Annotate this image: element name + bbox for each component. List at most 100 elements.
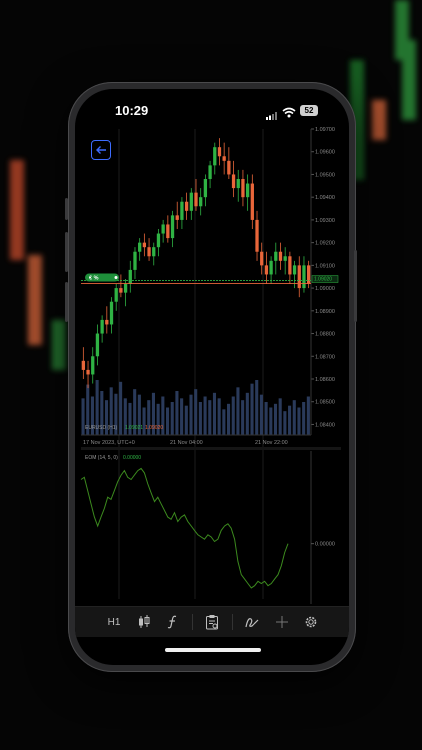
indicator-separator	[81, 447, 341, 450]
price-chart[interactable]: 1.09700 1.09600 1.09500 1.09400 1.09300 1.092…	[75, 89, 349, 606]
background-candle	[10, 160, 24, 260]
toolbar-separator	[192, 614, 193, 630]
volume-bar	[302, 402, 306, 435]
candle-body	[222, 156, 226, 161]
candle-body	[142, 242, 147, 248]
volume-bar	[273, 403, 278, 435]
gear-icon	[305, 616, 317, 628]
legend-value: 1.09021	[125, 425, 143, 431]
volume-bar	[288, 405, 292, 435]
chart-type-button[interactable]	[133, 607, 155, 637]
candle-body	[128, 269, 132, 284]
candle-body	[123, 283, 128, 293]
volume-bar	[212, 392, 217, 435]
candle-body	[109, 301, 114, 325]
phone-side-button	[65, 198, 68, 220]
volume-bar	[170, 402, 174, 435]
candle-body	[100, 319, 104, 334]
candle-body	[194, 192, 198, 207]
indicators-button[interactable]	[161, 607, 183, 637]
candle-body	[208, 165, 212, 179]
candlestick-icon	[139, 615, 150, 628]
toolbar-separator	[232, 614, 233, 630]
bottom-toolbar: H1	[75, 606, 349, 637]
candle-body	[217, 147, 222, 157]
time-axis-label: 21 Nov 22:00	[255, 440, 288, 446]
current-price-label: 1.09020	[314, 277, 332, 283]
arrow-left-icon	[96, 146, 106, 154]
pen-draw-icon	[245, 618, 259, 628]
candle-body	[241, 179, 245, 198]
crosshair-button[interactable]	[271, 607, 293, 637]
price-axis-label: 1.08500	[315, 400, 335, 406]
volume-bar	[165, 407, 170, 435]
candle-body	[278, 251, 283, 261]
volume-bar	[180, 398, 184, 435]
indicator-axis-label: 0.00000	[315, 542, 335, 548]
volume-bar	[194, 389, 198, 435]
phone-screen: 10:29 52 1.09700 1.09600 1.09500 1.09400 1.0…	[75, 89, 349, 665]
candle-body	[236, 179, 240, 189]
price-axis-label: 1.09300	[315, 218, 335, 224]
price-axis-label: 1.08700	[315, 354, 335, 360]
volume-bar	[306, 396, 310, 435]
candle-body	[260, 251, 264, 266]
candle-body	[133, 251, 137, 270]
candle-body	[114, 288, 118, 302]
candle-body	[255, 219, 259, 252]
candle-body	[227, 160, 231, 175]
volume-bar	[297, 407, 301, 435]
background-candle	[372, 100, 386, 140]
candle-body	[264, 265, 269, 275]
candle-body	[86, 369, 90, 375]
candle-body	[81, 360, 85, 370]
volume-bar	[278, 398, 282, 435]
draw-tool-button[interactable]	[241, 607, 263, 637]
background-candle	[28, 255, 42, 345]
volume-bar	[208, 400, 212, 435]
candle-body	[245, 183, 250, 198]
volume-bar	[269, 407, 273, 435]
indicator-value: 0.00000	[123, 455, 141, 461]
candle-body	[292, 265, 297, 275]
trade-badge-label: € %	[89, 276, 99, 282]
settings-button[interactable]	[300, 607, 322, 637]
candle-body	[105, 319, 109, 325]
price-axis-label: 1.09400	[315, 195, 335, 201]
phone-power-button	[354, 250, 357, 322]
volume-bar	[198, 402, 202, 435]
price-axis-label: 1.09200	[315, 241, 335, 247]
crosshair-icon	[276, 616, 288, 628]
function-icon	[167, 615, 177, 629]
volume-bar	[255, 380, 259, 435]
trade-badge-dot	[114, 276, 118, 280]
candle-body	[138, 242, 142, 252]
price-axis-label: 1.08400	[315, 422, 335, 428]
candle-body	[203, 179, 208, 198]
time-axis-label: 17 Nov 2023, UTC+0	[83, 440, 135, 446]
symbol-label: EURUSD (H1)	[85, 425, 118, 431]
volume-bar	[217, 398, 221, 435]
candle-body	[274, 251, 278, 261]
background-candle	[402, 40, 416, 120]
price-axis-label: 1.09500	[315, 172, 335, 178]
objects-list-button[interactable]	[200, 607, 224, 637]
back-button[interactable]	[91, 140, 111, 160]
volume-bar	[189, 394, 193, 435]
candle-body	[250, 183, 254, 220]
candle-body	[269, 260, 273, 275]
timeframe-button[interactable]: H1	[103, 607, 125, 637]
volume-bar	[283, 411, 287, 435]
indicator-label: EOM (14, 5, 0)	[85, 455, 118, 461]
volume-bar	[175, 391, 179, 435]
candle-body	[189, 192, 193, 211]
candle-body	[170, 215, 175, 239]
candle-body	[91, 356, 95, 375]
volume-bar	[241, 400, 245, 435]
candle-body	[152, 247, 156, 257]
price-axis-label: 1.09100	[315, 263, 335, 269]
price-axis-label: 1.09700	[315, 127, 335, 133]
volume-bar	[231, 396, 235, 435]
clipboard-settings-icon	[206, 615, 218, 630]
price-axis-label: 1.08900	[315, 309, 335, 315]
